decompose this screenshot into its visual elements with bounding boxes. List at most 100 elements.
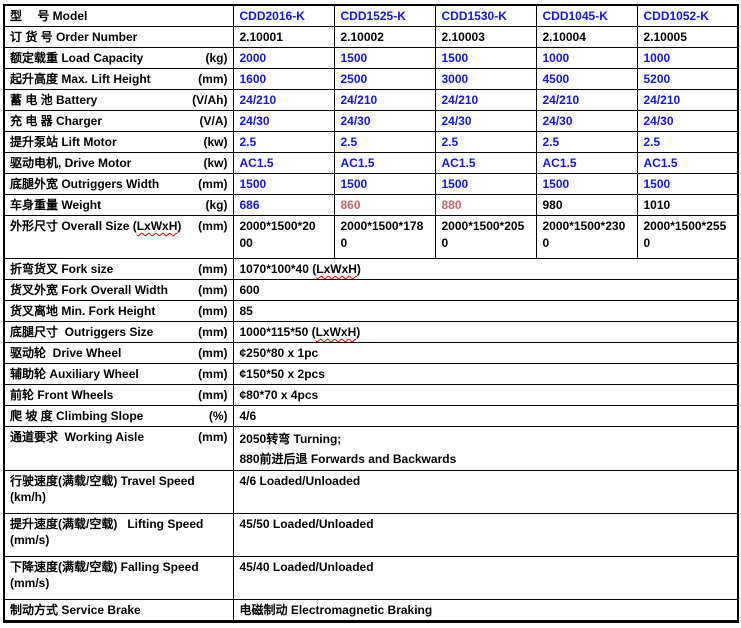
charger-unit: (V/A) <box>200 113 228 129</box>
lift-height-value: 5200 <box>637 69 738 90</box>
outriggers-size-label-cell: 底腿尺寸 Outriggers Size(mm) <box>4 322 233 343</box>
battery-value: 24/210 <box>435 90 536 111</box>
overall-size-value: 2000*1500*178 0 <box>334 216 435 259</box>
fork-size-label-cell: 折弯货叉 Fork size(mm) <box>4 259 233 280</box>
charger-value: 24/30 <box>334 111 435 132</box>
outriggers-width-value: 1500 <box>536 174 637 195</box>
drive-wheel-label-cell: 驱动轮 Drive Wheel (mm) <box>4 343 233 364</box>
battery-label: 蓄 电 池 Battery <box>10 92 97 108</box>
drive-wheel-unit: (mm) <box>198 345 227 361</box>
model-value: CDD1530-K <box>435 5 536 27</box>
service-brake-value: 电磁制动 Electromagnetic Braking <box>233 600 738 622</box>
fork-size-value: 1070*100*40 (LxWxH) <box>233 259 738 280</box>
row-auxiliary-wheel: 辅助轮 Auxiliary Wheel (mm) ¢150*50 x 2pcs <box>4 364 738 385</box>
drive-wheel-label: 驱动轮 Drive Wheel <box>10 345 121 361</box>
min-fork-height-value: 85 <box>233 301 738 322</box>
outriggers-width-value: 1500 <box>435 174 536 195</box>
lifting-speed-label: 提升速度(满载/空载) Lifting Speed (mm/s) <box>10 516 228 548</box>
working-aisle-label-cell: 通道要求 Working Aisle(mm) <box>4 427 233 471</box>
falling-speed-value: 45/40 Loaded/Unloaded <box>233 557 738 600</box>
aux-wheel-label: 辅助轮 Auxiliary Wheel <box>10 366 139 382</box>
drive-motor-value: AC1.5 <box>334 153 435 174</box>
drive-motor-value: AC1.5 <box>637 153 738 174</box>
battery-unit: (V/Ah) <box>192 92 227 108</box>
row-travel-speed: 行驶速度(满载/空载) Travel Speed (km/h) 4/6 Load… <box>4 471 738 514</box>
outriggers-size-unit: (mm) <box>198 324 227 340</box>
lift-motor-label: 提升泵站 Lift Motor <box>10 134 117 150</box>
aux-wheel-label-cell: 辅助轮 Auxiliary Wheel (mm) <box>4 364 233 385</box>
charger-label-cell: 充 电 器 Charger (V/A) <box>4 111 233 132</box>
overall-size-value: 2000*1500*205 0 <box>435 216 536 259</box>
battery-value: 24/210 <box>637 90 738 111</box>
row-model: 型 号 Model CDD2016-K CDD1525-K CDD1530-K … <box>4 5 738 27</box>
row-min-fork-height: 货叉离地 Min. Fork Height(mm) 85 <box>4 301 738 322</box>
lifting-speed-label-cell: 提升速度(满载/空载) Lifting Speed (mm/s) <box>4 514 233 557</box>
battery-value: 24/210 <box>334 90 435 111</box>
min-fork-height-label: 货叉离地 Min. Fork Height <box>10 303 155 319</box>
order-value: 2.10002 <box>334 27 435 48</box>
climbing-slope-label-cell: 爬 坡 度 Climbing Slope (%) <box>4 406 233 427</box>
lift-motor-value: 2.5 <box>334 132 435 153</box>
load-value: 1500 <box>334 48 435 69</box>
spellcheck-wavy-text: LxWxH <box>137 219 178 233</box>
load-unit: (kg) <box>206 50 228 66</box>
battery-label-cell: 蓄 电 池 Battery (V/Ah) <box>4 90 233 111</box>
row-lift-motor: 提升泵站 Lift Motor(kw) 2.5 2.5 2.5 2.5 2.5 <box>4 132 738 153</box>
working-aisle-unit: (mm) <box>198 429 227 445</box>
overall-size-unit: (mm) <box>198 218 227 234</box>
travel-speed-label: 行驶速度(满载/空载) Travel Speed (km/h) <box>10 473 228 505</box>
front-wheels-value: ¢80*70 x 4pcs <box>233 385 738 406</box>
lifting-speed-value: 45/50 Loaded/Unloaded <box>233 514 738 557</box>
outriggers-size-value: 1000*115*50 (LxWxH) <box>233 322 738 343</box>
falling-speed-label: 下降速度(满载/空载) Falling Speed (mm/s) <box>10 559 228 591</box>
lift-height-value: 2500 <box>334 69 435 90</box>
overall-size-label-cell: 外形尺寸 Overall Size (LxWxH)(mm) <box>4 216 233 259</box>
weight-value: 860 <box>334 195 435 216</box>
lift-motor-value: 2.5 <box>536 132 637 153</box>
falling-speed-label-cell: 下降速度(满载/空载) Falling Speed (mm/s) <box>4 557 233 600</box>
aux-wheel-value: ¢150*50 x 2pcs <box>233 364 738 385</box>
weight-value: 1010 <box>637 195 738 216</box>
weight-value: 880 <box>435 195 536 216</box>
drive-motor-value: AC1.5 <box>435 153 536 174</box>
spellcheck-wavy-text: LxWxH <box>316 262 357 276</box>
row-load-capacity: 额定载重 Load Capacity(kg) 2000 1500 1500 10… <box>4 48 738 69</box>
climbing-slope-label: 爬 坡 度 Climbing Slope <box>10 408 143 424</box>
charger-label: 充 电 器 Charger <box>10 113 102 129</box>
front-wheels-label-cell: 前轮 Front Wheels (mm) <box>4 385 233 406</box>
lift-motor-value: 2.5 <box>435 132 536 153</box>
fork-width-label-cell: 货叉外宽 Fork Overall Width(mm) <box>4 280 233 301</box>
row-order-number: 订 货 号 Order Number 2.10001 2.10002 2.100… <box>4 27 738 48</box>
load-value: 1000 <box>637 48 738 69</box>
row-weight: 车身重量 Weight(kg) 686 860 880 980 1010 <box>4 195 738 216</box>
row-falling-speed: 下降速度(满载/空载) Falling Speed (mm/s) 45/40 L… <box>4 557 738 600</box>
overall-size-value: 2000*1500*255 0 <box>637 216 738 259</box>
row-lift-height: 起升高度 Max. Lift Height(mm) 1600 2500 3000… <box>4 69 738 90</box>
front-wheels-unit: (mm) <box>198 387 227 403</box>
model-value: CDD1045-K <box>536 5 637 27</box>
row-lifting-speed: 提升速度(满载/空载) Lifting Speed (mm/s) 45/50 L… <box>4 514 738 557</box>
outriggers-width-unit: (mm) <box>198 176 227 192</box>
model-label-cell: 型 号 Model <box>4 5 233 27</box>
climbing-slope-value: 4/6 <box>233 406 738 427</box>
battery-value: 24/210 <box>233 90 334 111</box>
model-value: CDD1525-K <box>334 5 435 27</box>
front-wheels-label: 前轮 Front Wheels <box>10 387 113 403</box>
load-value: 1000 <box>536 48 637 69</box>
aux-wheel-unit: (mm) <box>198 366 227 382</box>
drive-motor-label: 驱动电机, Drive Motor <box>10 155 131 171</box>
spec-table: 型 号 Model CDD2016-K CDD1525-K CDD1530-K … <box>3 4 739 623</box>
model-value: CDD2016-K <box>233 5 334 27</box>
lift-height-unit: (mm) <box>198 71 227 87</box>
order-label-cell: 订 货 号 Order Number <box>4 27 233 48</box>
drive-motor-unit: (kw) <box>204 155 228 171</box>
row-service-brake: 制动方式 Service Brake 电磁制动 Electromagnetic … <box>4 600 738 622</box>
lift-height-label-cell: 起升高度 Max. Lift Height(mm) <box>4 69 233 90</box>
climbing-slope-unit: (%) <box>209 408 228 424</box>
travel-speed-label-cell: 行驶速度(满载/空载) Travel Speed (km/h) <box>4 471 233 514</box>
row-climbing-slope: 爬 坡 度 Climbing Slope (%) 4/6 <box>4 406 738 427</box>
spellcheck-wavy-text: LxWxH <box>316 325 357 339</box>
lift-height-value: 3000 <box>435 69 536 90</box>
outriggers-width-label-cell: 底腿外宽 Outriggers Width(mm) <box>4 174 233 195</box>
row-charger: 充 电 器 Charger(V/A) 24/30 24/30 24/30 24/… <box>4 111 738 132</box>
